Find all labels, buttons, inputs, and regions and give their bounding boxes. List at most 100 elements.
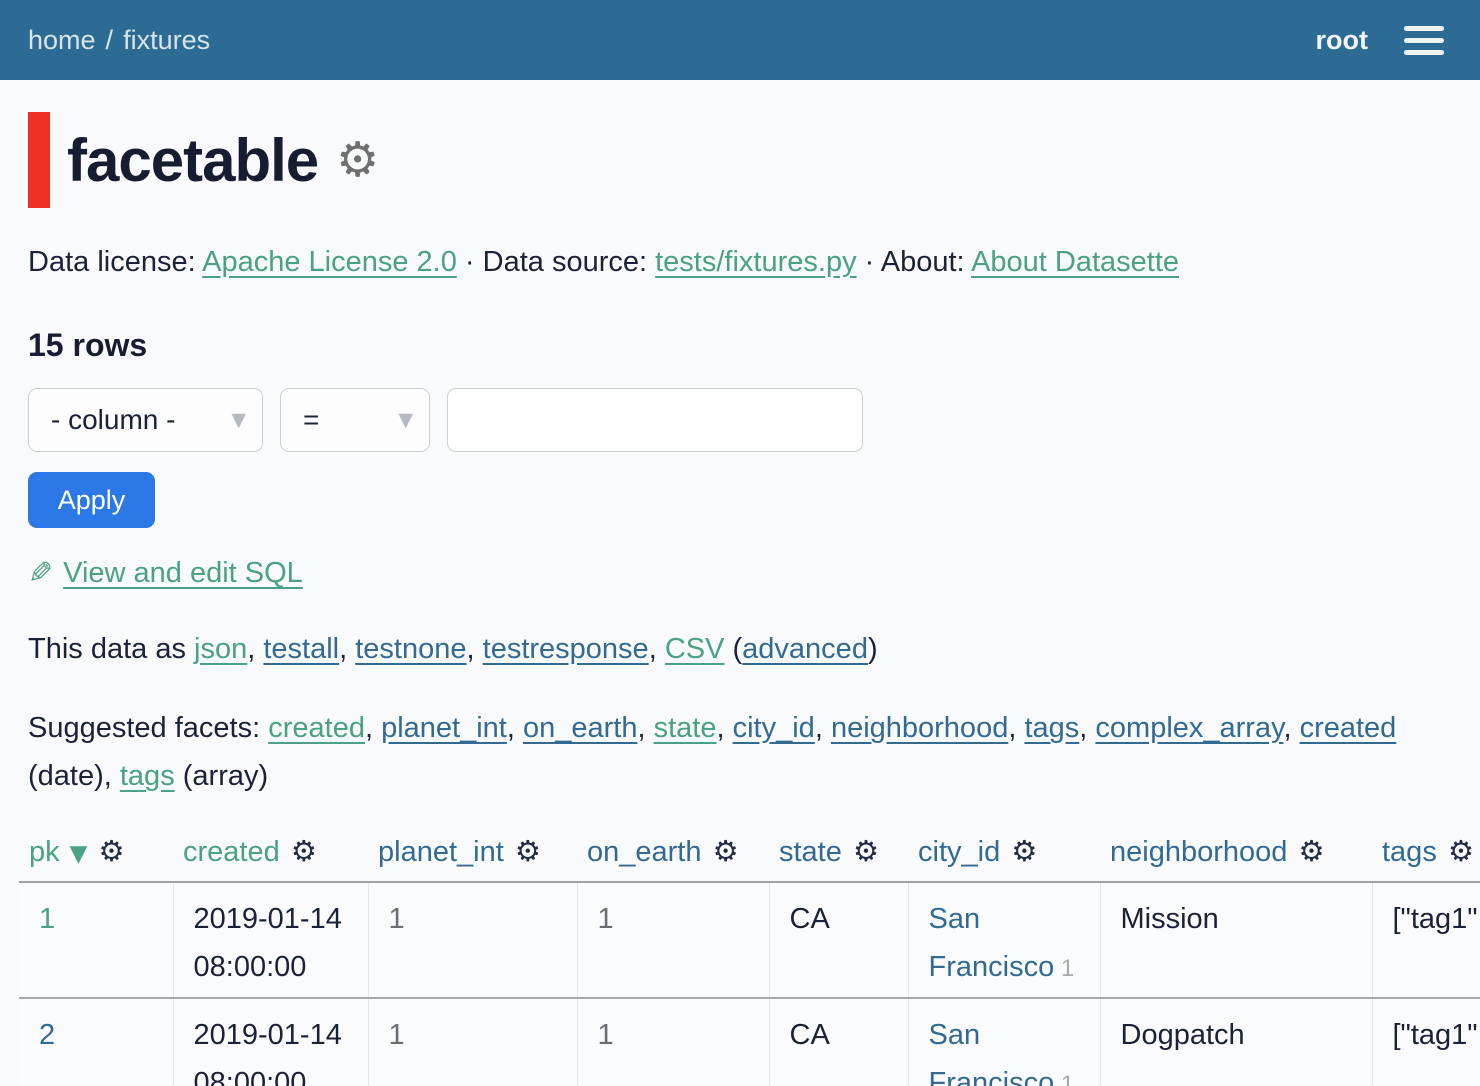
cell-planet_int: 1: [368, 882, 577, 998]
inline-text: ,: [649, 633, 665, 665]
tests-fixtures-py-link[interactable]: tests/fixtures.py: [655, 246, 856, 278]
about-datasette-link[interactable]: About Datasette: [971, 246, 1179, 278]
state-value: CA: [790, 903, 830, 935]
complex-array-link[interactable]: complex_array: [1095, 712, 1283, 744]
inline-text: ,: [365, 712, 381, 744]
column-sort-link-neighborhood[interactable]: neighborhood: [1110, 836, 1287, 868]
column-header-pk: pk ▼ ⚙: [19, 830, 173, 882]
inline-text: ,: [1008, 712, 1024, 744]
column-header-planet_int: planet_int ⚙: [368, 830, 577, 882]
on-earth-link[interactable]: on_earth: [523, 712, 638, 744]
table-header-row: pk ▼ ⚙ created ⚙ planet_int ⚙ on_earth ⚙ state ⚙ ci…: [19, 830, 1480, 882]
inline-text: ,: [247, 633, 263, 665]
filter-bar: - column - ▼ = ▼: [28, 388, 1480, 452]
planet-int-link[interactable]: planet_int: [381, 712, 507, 744]
table-row: 1 2019-01-14 08:00:00 1 1 CA San Francisco 1 M…: [19, 882, 1480, 998]
inline-text: ,: [637, 712, 653, 744]
inline-text: ): [868, 633, 878, 665]
created-link[interactable]: created: [1300, 712, 1397, 744]
column-sort-link-planet_int[interactable]: planet_int: [378, 836, 504, 868]
data-table: pk ▼ ⚙ created ⚙ planet_int ⚙ on_earth ⚙ state ⚙ ci…: [19, 830, 1480, 1086]
filter-operator-select[interactable]: = ▼: [280, 388, 430, 452]
csv-link[interactable]: CSV: [665, 633, 725, 665]
column-sort-link-state[interactable]: state: [779, 836, 842, 868]
suggested-facets-line: Suggested facets: created, planet_int, o…: [28, 704, 1480, 800]
column-sort-link-tags[interactable]: tags: [1382, 836, 1437, 868]
column-sort-link-city_id[interactable]: city_id: [918, 836, 1000, 868]
breadcrumb: home / fixtures: [28, 25, 210, 56]
column-header-tags: tags ⚙: [1372, 830, 1480, 882]
testnone-link[interactable]: testnone: [355, 633, 466, 665]
apache-license-2-0-link[interactable]: Apache License 2.0: [202, 246, 457, 278]
state-link[interactable]: state: [654, 712, 717, 744]
sql-edit-line: ✎ View and edit SQL: [28, 556, 1480, 591]
top-navigation-bar: home / fixtures root: [0, 0, 1480, 80]
planet_int-value: 1: [389, 1019, 405, 1051]
created-link[interactable]: created: [268, 712, 365, 744]
facet-count-badge: 1: [1054, 955, 1074, 982]
filter-value-input[interactable]: [447, 388, 863, 452]
view-edit-sql-link[interactable]: View and edit SQL: [63, 557, 303, 590]
neighborhood-value: Mission: [1121, 903, 1219, 935]
tags-value: ["tag1", "tag2"]: [1393, 903, 1480, 935]
apply-button[interactable]: Apply: [28, 472, 155, 528]
pk-link[interactable]: 1: [39, 903, 55, 935]
chevron-down-icon: ▼: [231, 409, 246, 431]
cell-neighborhood: Dogpatch: [1100, 998, 1372, 1086]
column-menu-gear-icon[interactable]: ⚙: [853, 834, 879, 868]
data-table-wrapper: pk ▼ ⚙ created ⚙ planet_int ⚙ on_earth ⚙ state ⚙ ci…: [19, 830, 1480, 1086]
filter-column-select[interactable]: - column - ▼: [28, 388, 263, 452]
city_id-link[interactable]: San Francisco: [929, 903, 1055, 983]
tags-link[interactable]: tags: [120, 760, 175, 792]
advanced-link[interactable]: advanced: [742, 633, 868, 665]
pk-link[interactable]: 2: [39, 1019, 55, 1051]
breadcrumb-home-link[interactable]: home: [28, 25, 96, 56]
created-value: 2019-01-14 08:00:00: [194, 903, 342, 983]
logged-in-user-link[interactable]: root: [1316, 25, 1368, 56]
table-row: 22019-01-14 08:00:0011CASan Francisco 1D…: [19, 998, 1480, 1086]
tags-value: ["tag1", "tag3"]: [1393, 1019, 1480, 1051]
cell-state: CA: [769, 882, 908, 998]
inline-text: (: [724, 633, 742, 665]
column-header-on_earth: on_earth ⚙: [577, 830, 769, 882]
inline-text: ,: [1283, 712, 1299, 744]
column-sort-link-created[interactable]: created: [183, 836, 280, 868]
sort-descending-icon: ▼: [70, 841, 88, 867]
inline-text: ,: [1079, 712, 1095, 744]
city-id-link[interactable]: city_id: [733, 712, 815, 744]
filter-operator-value: =: [303, 404, 319, 436]
testresponse-link[interactable]: testresponse: [483, 633, 649, 665]
cell-state: CA: [769, 998, 908, 1086]
inline-text: ,: [339, 633, 355, 665]
planet_int-value: 1: [389, 903, 405, 935]
neighborhood-link[interactable]: neighborhood: [831, 712, 1008, 744]
cell-tags: ["tag1", "tag2"]: [1372, 882, 1480, 998]
main-content: facetable ⚙ Data license: Apache License…: [0, 80, 1480, 1086]
pencil-icon: ✎: [28, 556, 53, 591]
column-menu-gear-icon[interactable]: ⚙: [713, 834, 739, 868]
tags-link[interactable]: tags: [1024, 712, 1079, 744]
hamburger-menu-icon[interactable]: [1404, 26, 1444, 55]
metadata-line: Data license: Apache License 2.0 · Data …: [28, 246, 1480, 279]
column-menu-gear-icon[interactable]: ⚙: [98, 834, 124, 868]
cell-city_id: San Francisco 1: [908, 998, 1100, 1086]
column-menu-gear-icon[interactable]: ⚙: [1448, 834, 1474, 868]
testall-link[interactable]: testall: [263, 633, 339, 665]
column-menu-gear-icon[interactable]: ⚙: [1298, 834, 1324, 868]
column-menu-gear-icon[interactable]: ⚙: [1011, 834, 1037, 868]
column-menu-gear-icon[interactable]: ⚙: [291, 834, 317, 868]
on_earth-value: 1: [598, 903, 614, 935]
cell-on_earth: 1: [577, 998, 769, 1086]
column-sort-link-on_earth[interactable]: on_earth: [587, 836, 702, 868]
inline-text: ,: [815, 712, 831, 744]
city_id-link[interactable]: San Francisco: [929, 1019, 1055, 1086]
breadcrumb-database-link[interactable]: fixtures: [123, 25, 210, 56]
column-sort-link-pk[interactable]: pk: [29, 836, 60, 868]
column-menu-gear-icon[interactable]: ⚙: [515, 834, 541, 868]
table-settings-gear-icon[interactable]: ⚙: [336, 136, 379, 184]
filter-column-value: - column -: [51, 404, 175, 436]
inline-text: · Data source:: [457, 246, 655, 278]
json-link[interactable]: json: [194, 633, 247, 665]
neighborhood-value: Dogpatch: [1121, 1019, 1245, 1051]
cell-on_earth: 1: [577, 882, 769, 998]
